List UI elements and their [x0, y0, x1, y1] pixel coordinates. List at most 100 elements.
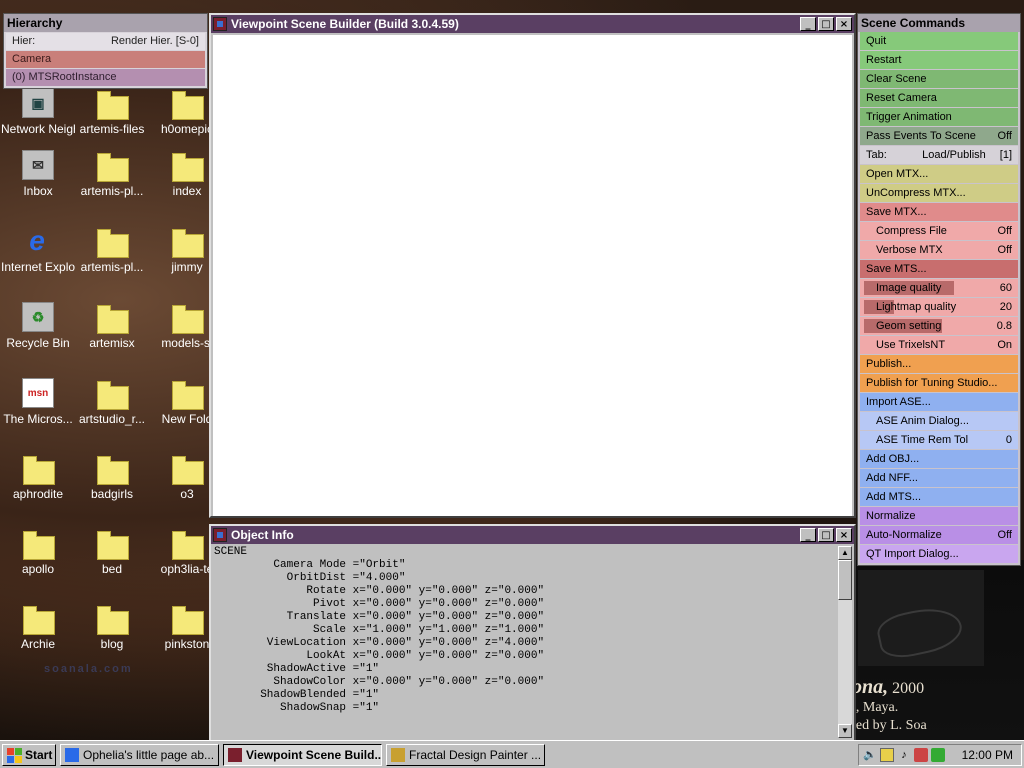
command-verbose-mtx[interactable]: Verbose MTX Off	[860, 241, 1018, 259]
command-label: Trigger Animation	[866, 111, 952, 123]
scene-viewport[interactable]	[213, 35, 852, 516]
hierarchy-selector[interactable]: Hier: Render Hier. [S-0]	[6, 33, 205, 50]
command-add-nff[interactable]: Add NFF...	[860, 469, 1018, 487]
desktop-icon[interactable]: artemisx	[75, 302, 149, 351]
viewpoint-titlebar[interactable]: Viewpoint Scene Builder (Build 3.0.4.59)…	[211, 15, 854, 33]
music-icon[interactable]: ♪	[897, 748, 911, 762]
command-tab[interactable]: Tab: Load/Publish [1]	[860, 146, 1018, 164]
desktop-icon[interactable]: apollo	[1, 528, 75, 577]
taskbar-button[interactable]: Viewpoint Scene Build...	[223, 744, 382, 766]
command-restart[interactable]: Restart	[860, 51, 1018, 69]
command-publish[interactable]: Publish...	[860, 355, 1018, 373]
object-info-text[interactable]: SCENE Camera Mode ="Orbit" OrbitDist ="4…	[213, 546, 839, 738]
viewpoint-title: Viewpoint Scene Builder (Build 3.0.4.59)	[231, 17, 459, 31]
command-pass-events-to-scene[interactable]: Pass Events To Scene Off	[860, 127, 1018, 145]
object-info-app-icon[interactable]	[213, 528, 227, 542]
hierarchy-item-camera[interactable]: Camera	[6, 51, 205, 68]
command-publish-for-tuning-studio[interactable]: Publish for Tuning Studio...	[860, 374, 1018, 392]
scheduler-icon[interactable]	[914, 748, 928, 762]
desktop-icon[interactable]: blog	[75, 603, 149, 652]
close-button[interactable]: ×	[836, 528, 852, 542]
folder-icon	[171, 453, 204, 485]
signature-stroke	[874, 601, 966, 663]
scrollbar-thumb[interactable]	[838, 560, 852, 600]
command-use-trixelsnt[interactable]: Use TrixelsNT On	[860, 336, 1018, 354]
command-open-mtx[interactable]: Open MTX...	[860, 165, 1018, 183]
folder-shape	[172, 456, 204, 485]
command-lightmap-quality[interactable]: Lightmap quality 20	[860, 298, 1018, 316]
folder-icon	[96, 378, 129, 410]
command-label: Lightmap quality	[876, 301, 957, 313]
command-reset-camera[interactable]: Reset Camera	[860, 89, 1018, 107]
volume-icon[interactable]: 🔈	[863, 748, 877, 762]
command-compress-file[interactable]: Compress File Off	[860, 222, 1018, 240]
recycle-bin-icon-shape: ♻	[22, 302, 54, 332]
viewpoint-app-icon[interactable]	[213, 17, 227, 31]
command-uncompress-mtx[interactable]: UnCompress MTX...	[860, 184, 1018, 202]
hierarchy-item-root[interactable]: (0) MTSRootInstance	[6, 69, 205, 86]
network-status-icon[interactable]	[931, 748, 945, 762]
desktop-icon[interactable]: artemis-pl...	[75, 226, 149, 275]
desktop-icon-label: artemisx	[89, 336, 135, 350]
taskbar-button[interactable]: Fractal Design Painter ...	[386, 744, 545, 766]
start-button[interactable]: Start	[2, 744, 56, 766]
maximize-button[interactable]: □	[818, 17, 834, 31]
wallpaper-line-1: l, Maya.	[852, 700, 899, 715]
command-ase-time-rem-tol[interactable]: ASE Time Rem Tol 0	[860, 431, 1018, 449]
desktop-icon[interactable]: bed	[75, 528, 149, 577]
desktop-icon[interactable]: artstudio_r...	[75, 378, 149, 427]
internet-explorer-icon: e	[22, 226, 54, 256]
desktop-icon[interactable]: Archie	[1, 603, 75, 652]
desktop-icon[interactable]: e Internet Explorer	[1, 226, 75, 275]
scroll-up-arrow-icon[interactable]: ▲	[838, 546, 852, 560]
minimize-button[interactable]: _	[800, 17, 816, 31]
desktop-icon[interactable]: ▣ Network Neighbor...	[1, 88, 75, 137]
command-save-mts[interactable]: Save MTS...	[860, 260, 1018, 278]
scroll-down-arrow-icon[interactable]: ▼	[838, 724, 852, 738]
minimize-button[interactable]: _	[800, 528, 816, 542]
object-info-titlebar[interactable]: Object Info _ □ ×	[211, 526, 854, 544]
folder-shape	[97, 91, 129, 120]
folder-icon	[96, 302, 129, 334]
wallpaper-line-2: led by L. Soa	[852, 718, 927, 733]
painter-icon	[391, 748, 405, 762]
ie-icon	[65, 748, 79, 762]
signature-image	[858, 570, 984, 666]
desktop-icon[interactable]: ✉ Inbox	[1, 150, 75, 199]
command-qt-import-dialog[interactable]: QT Import Dialog...	[860, 545, 1018, 563]
taskbar-button[interactable]: Ophelia's little page ab...	[60, 744, 219, 766]
command-add-mts[interactable]: Add MTS...	[860, 488, 1018, 506]
command-geom-setting[interactable]: Geom setting 0.8	[860, 317, 1018, 335]
object-info-line: ShadowBlended ="1"	[214, 689, 380, 701]
command-import-ase[interactable]: Import ASE...	[860, 393, 1018, 411]
folder-shape	[172, 305, 204, 334]
desktop-icon[interactable]: ♻ Recycle Bin	[1, 302, 75, 351]
desktop-icon-label: blog	[100, 637, 124, 651]
command-trigger-animation[interactable]: Trigger Animation	[860, 108, 1018, 126]
command-image-quality[interactable]: Image quality 60	[860, 279, 1018, 297]
object-info-title: Object Info	[231, 528, 294, 542]
vertical-scrollbar[interactable]: ▲ ▼	[838, 546, 852, 738]
taskbar-button-label: Ophelia's little page ab...	[83, 748, 215, 762]
command-label: Tab:	[866, 149, 887, 161]
desktop-icon[interactable]: artemis-pl...	[75, 150, 149, 199]
command-label: Save MTS...	[866, 263, 927, 275]
desktop-icon[interactable]: msn The Micros...	[1, 378, 75, 427]
desktop-icon[interactable]: artemis-files	[75, 88, 149, 137]
desktop-icon[interactable]: aphrodite	[1, 453, 75, 502]
keyboard-icon[interactable]	[880, 748, 894, 762]
command-quit[interactable]: Quit	[860, 32, 1018, 50]
maximize-button[interactable]: □	[818, 528, 834, 542]
command-auto-normalize[interactable]: Auto-Normalize Off	[860, 526, 1018, 544]
command-add-obj[interactable]: Add OBJ...	[860, 450, 1018, 468]
command-save-mtx[interactable]: Save MTX...	[860, 203, 1018, 221]
desktop-icon-label: artemis-pl...	[80, 184, 144, 198]
command-ase-anim-dialog[interactable]: ASE Anim Dialog...	[860, 412, 1018, 430]
command-clear-scene[interactable]: Clear Scene	[860, 70, 1018, 88]
desktop-icon[interactable]: badgirls	[75, 453, 149, 502]
close-button[interactable]: ×	[836, 17, 852, 31]
desktop-icon-label: apollo	[21, 562, 55, 576]
desktop-icon-label: artemis-pl...	[80, 260, 144, 274]
wallpaper-watermark: soanala.com	[44, 663, 133, 675]
command-normalize[interactable]: Normalize	[860, 507, 1018, 525]
